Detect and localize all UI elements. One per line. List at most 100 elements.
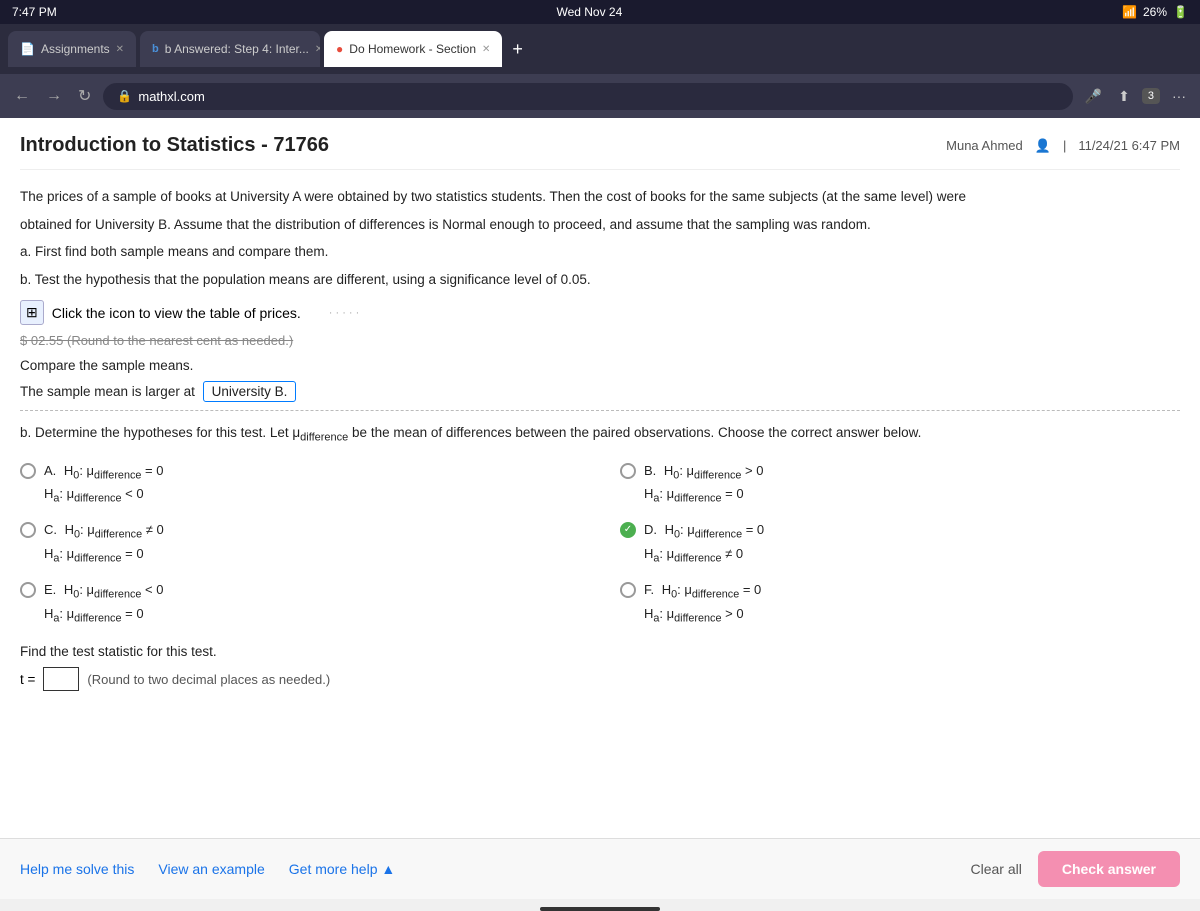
option-D[interactable]: D. H0: μdifference = 0 Ha: μdifference ≠… [620,520,1180,568]
tabs-badge[interactable]: 3 [1142,88,1160,104]
option-D-label: D. H0: μdifference = 0 [644,520,764,544]
microphone-icon[interactable]: 🎤 [1081,84,1106,109]
options-grid: A. H0: μdifference = 0 Ha: μdifference <… [20,461,1180,628]
option-F[interactable]: F. H0: μdifference = 0 Ha: μdifference >… [620,580,1180,628]
page-header: Introduction to Statistics - 71766 Muna … [20,134,1180,170]
option-B-alt: Ha: μdifference = 0 [644,484,763,508]
forward-button[interactable]: → [42,83,66,109]
tab-homework-label: Do Homework - Section [349,42,476,56]
t-equals-label: t = [20,672,35,687]
more-options-icon[interactable]: ··· [1168,84,1190,108]
radio-F[interactable] [620,582,636,598]
tab-assignments-label: Assignments [41,42,110,56]
battery-text: 26% [1143,5,1167,19]
lock-icon: 🔒 [117,89,132,103]
radio-C[interactable] [20,522,36,538]
footer-toolbar: Help me solve this View an example Get m… [0,838,1200,899]
option-B-label: B. H0: μdifference > 0 [644,461,763,485]
hypothesis-section: b. Determine the hypotheses for this tes… [20,423,1180,628]
option-D-alt: Ha: μdifference ≠ 0 [644,544,764,568]
address-bar[interactable]: 🔒 mathxl.com [103,83,1072,110]
radio-A[interactable] [20,463,36,479]
table-icon-row: ⊞ Click the icon to view the table of pr… [20,300,1180,325]
table-icon[interactable]: ⊞ [20,300,44,325]
sample-mean-answer: University B. [203,381,297,402]
status-bar: 7:47 PM Wed Nov 24 📶 26% 🔋 [0,0,1200,24]
page-content: Introduction to Statistics - 71766 Muna … [0,118,1200,838]
tab-answered-label: b Answered: Step 4: Inter... [165,42,309,56]
radio-D[interactable] [620,522,636,538]
user-name: Muna Ahmed [946,138,1023,153]
option-C-text: C. H0: μdifference ≠ 0 Ha: μdifference =… [44,520,164,568]
option-E[interactable]: E. H0: μdifference < 0 Ha: μdifference =… [20,580,580,628]
option-D-text: D. H0: μdifference = 0 Ha: μdifference ≠… [644,520,764,568]
check-answer-button[interactable]: Check answer [1038,851,1180,887]
help-solve-button[interactable]: Help me solve this [20,853,134,885]
option-F-text: F. H0: μdifference = 0 Ha: μdifference >… [644,580,761,628]
option-F-alt: Ha: μdifference > 0 [644,604,761,628]
test-stat-input-row: t = (Round to two decimal places as need… [20,667,1180,691]
compare-label: Compare the sample means. [20,358,1180,373]
share-icon[interactable]: ⬆ [1114,84,1134,109]
table-icon-label: Click the icon to view the table of pric… [52,305,301,321]
option-E-alt: Ha: μdifference = 0 [44,604,163,628]
option-B[interactable]: B. H0: μdifference > 0 Ha: μdifference =… [620,461,1180,509]
test-stat-label: Find the test statistic for this test. [20,644,1180,659]
ellipsis-indicator: · · · · · [329,307,360,319]
user-icon: 👤 [1035,138,1051,154]
header-separator: | [1063,138,1066,153]
address-bar-row: ← → ↻ 🔒 mathxl.com 🎤 ⬆ 3 ··· [0,74,1200,118]
tab-homework-close[interactable]: ✕ [482,44,490,55]
footer-right: Clear all Check answer [970,851,1180,887]
clear-all-button[interactable]: Clear all [970,861,1021,877]
tab-assignments-icon: 📄 [20,42,35,56]
tab-homework-icon: ● [336,42,343,56]
refresh-button[interactable]: ↻ [74,82,95,110]
problem-statement: The prices of a sample of books at Unive… [20,186,1180,290]
view-example-button[interactable]: View an example [158,853,264,885]
status-time: 7:47 PM [12,5,57,19]
strikethrough-answer: $ 02.55 (Round to the nearest cent as ne… [20,333,1180,348]
option-A-alt: Ha: μdifference < 0 [44,484,163,508]
new-tab-button[interactable]: + [506,39,529,60]
option-A-label: A. H0: μdifference = 0 [44,461,163,485]
radio-B[interactable] [620,463,636,479]
option-A[interactable]: A. H0: μdifference = 0 Ha: μdifference <… [20,461,580,509]
option-C-label: C. H0: μdifference ≠ 0 [44,520,164,544]
more-help-button[interactable]: Get more help ▲ [289,853,395,885]
option-C-alt: Ha: μdifference = 0 [44,544,164,568]
option-C[interactable]: C. H0: μdifference ≠ 0 Ha: μdifference =… [20,520,580,568]
course-title: Introduction to Statistics - 71766 [20,134,329,157]
footer-left: Help me solve this View an example Get m… [20,853,395,885]
radio-E[interactable] [20,582,36,598]
problem-line-4: b. Test the hypothesis that the populati… [20,269,1180,291]
option-E-text: E. H0: μdifference < 0 Ha: μdifference =… [44,580,163,628]
tab-bar: 📄 Assignments ✕ b b Answered: Step 4: In… [8,31,1192,67]
back-button[interactable]: ← [10,83,34,109]
wifi-icon: 📶 [1122,5,1137,19]
sample-mean-line: The sample mean is larger at University … [20,381,1180,402]
browser-chrome: 📄 Assignments ✕ b b Answered: Step 4: In… [0,24,1200,74]
tab-answered-close[interactable]: ✕ [315,44,320,55]
problem-line-3: a. First find both sample means and comp… [20,241,1180,263]
test-stat-section: Find the test statistic for this test. t… [20,644,1180,691]
tab-answered-icon: b [152,43,159,55]
tab-assignments-close[interactable]: ✕ [116,44,124,55]
problem-line-2: obtained for University B. Assume that t… [20,214,1180,236]
tab-answered[interactable]: b b Answered: Step 4: Inter... ✕ [140,31,320,67]
option-A-text: A. H0: μdifference = 0 Ha: μdifference <… [44,461,163,509]
option-B-text: B. H0: μdifference > 0 Ha: μdifference =… [644,461,763,509]
header-datetime: 11/24/21 6:47 PM [1078,138,1180,153]
option-F-label: F. H0: μdifference = 0 [644,580,761,604]
battery-icon: 🔋 [1173,5,1188,19]
hypothesis-intro: b. Determine the hypotheses for this tes… [20,423,1180,446]
status-day: Wed Nov 24 [556,5,622,19]
tab-assignments[interactable]: 📄 Assignments ✕ [8,31,136,67]
round-hint: (Round to two decimal places as needed.) [87,672,330,687]
url-text: mathxl.com [138,89,204,104]
problem-line-1: The prices of a sample of books at Unive… [20,186,1180,208]
tab-homework[interactable]: ● Do Homework - Section ✕ [324,31,502,67]
mu-subscript: difference [300,432,348,444]
t-value-input[interactable] [43,667,79,691]
divider [20,410,1180,411]
